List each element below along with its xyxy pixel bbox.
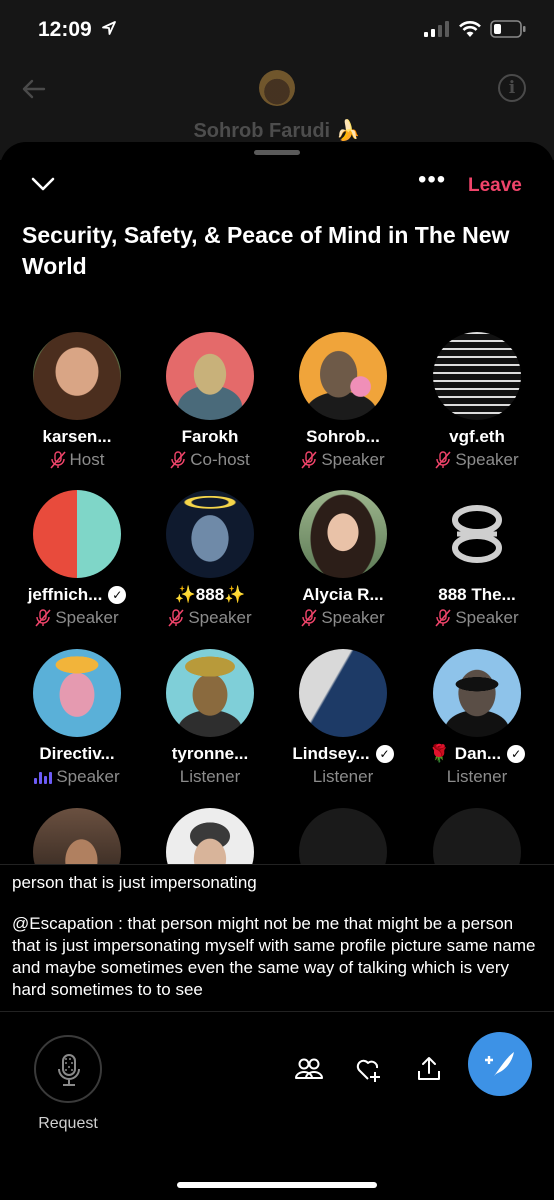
- participant-card[interactable]: Lindsey... ✓ Listener: [276, 649, 410, 788]
- participant-card[interactable]: Alycia R... Speaker: [276, 490, 410, 629]
- participant-name: Sohrob...: [306, 427, 380, 446]
- participant-card[interactable]: Sohrob... Speaker: [276, 332, 410, 471]
- mic-off-icon: [49, 451, 66, 469]
- avatar: [166, 649, 254, 737]
- more-options-icon[interactable]: •••: [418, 168, 446, 192]
- avatar: [299, 332, 387, 420]
- chat-name: Sohrob Farudi 🍌: [193, 120, 361, 142]
- space-title: Security, Safety, & Peace of Mind in The…: [22, 222, 510, 279]
- signal-icon: [424, 21, 449, 37]
- heart-add-icon[interactable]: [354, 1054, 384, 1084]
- mic-off-icon: [170, 451, 186, 469]
- participant-role: Speaker: [410, 449, 544, 471]
- participant-name: jeffnich... ✓: [10, 584, 144, 606]
- participant-role: Speaker: [10, 766, 144, 788]
- chat-avatar: [259, 70, 295, 106]
- participant-role: Co-host: [143, 449, 277, 471]
- leave-button[interactable]: Leave: [468, 175, 522, 197]
- participant-role: Speaker: [410, 607, 544, 629]
- location-arrow-icon: [102, 21, 116, 35]
- status-icons: [424, 20, 526, 38]
- participant-name: 888 The...: [438, 585, 516, 604]
- participant-name: Directiv...: [39, 744, 115, 763]
- participant-name: Alycia R...: [302, 585, 384, 604]
- participant-name: karsen...: [42, 427, 112, 446]
- info-icon[interactable]: i: [498, 74, 526, 102]
- request-label: Request: [38, 1115, 98, 1132]
- avatar: [299, 490, 387, 578]
- participant-card[interactable]: karsen... Host: [10, 332, 144, 471]
- mic-off-icon: [301, 609, 317, 627]
- avatar: [33, 649, 121, 737]
- logo-888-icon: [452, 505, 502, 563]
- mic-off-icon: [35, 609, 51, 627]
- avatar: [33, 332, 121, 420]
- chevron-down-icon[interactable]: [30, 174, 56, 194]
- participant-name: tyronne...: [171, 744, 249, 763]
- participant-role: Speaker: [276, 607, 410, 629]
- participant-role: Speaker: [276, 449, 410, 471]
- back-arrow-icon[interactable]: [20, 78, 46, 100]
- compose-button[interactable]: [468, 1032, 532, 1096]
- participant-role: Speaker: [143, 607, 277, 629]
- participant-card[interactable]: tyronne... Listener: [143, 649, 277, 788]
- participant-name: Farokh: [181, 427, 239, 446]
- participant-card[interactable]: vgf.eth Speaker: [410, 332, 544, 471]
- avatar: [433, 332, 521, 420]
- participant-role: Listener: [179, 767, 241, 786]
- compose-feather-icon: [485, 1052, 514, 1076]
- battery-icon: [490, 20, 526, 38]
- share-icon[interactable]: [414, 1054, 444, 1084]
- participant-card[interactable]: Directiv... Speaker: [10, 649, 144, 788]
- status-bar: 12:09: [0, 0, 554, 60]
- participant-role: Listener: [312, 767, 374, 786]
- status-time: 12:09: [38, 18, 92, 41]
- verified-badge-icon: ✓: [507, 745, 526, 763]
- participant-card[interactable]: 🌹 Dan... ✓ Listener: [410, 649, 544, 788]
- participant-name: vgf.eth: [449, 427, 505, 446]
- avatar: [166, 490, 254, 578]
- avatar: [433, 649, 521, 737]
- participant-card[interactable]: jeffnich... ✓ Speaker: [10, 490, 144, 629]
- avatar: [299, 649, 387, 737]
- mic-off-icon: [168, 609, 184, 627]
- speaking-indicator-icon: [34, 770, 53, 784]
- caption-previous-line: person that is just impersonating: [12, 873, 257, 892]
- caption-text: @Escapation : that person might not be m…: [12, 914, 536, 999]
- participant-name: 🌹 Dan... ✓: [410, 743, 544, 765]
- participant-card[interactable]: ✨888✨ Speaker: [143, 490, 277, 629]
- caption-panel: person that is just impersonating @Escap…: [0, 864, 554, 1012]
- wifi-icon: [459, 21, 481, 37]
- participant-role: Speaker: [10, 607, 144, 629]
- mic-off-icon: [301, 451, 317, 469]
- microphone-icon: [58, 1054, 80, 1086]
- participant-name: ✨888✨: [174, 585, 246, 604]
- sheet-grabber[interactable]: [254, 150, 300, 155]
- verified-badge-icon: ✓: [108, 586, 127, 604]
- participant-card[interactable]: 888 The... Speaker: [410, 490, 544, 629]
- request-mic-button[interactable]: [34, 1035, 102, 1103]
- mic-off-icon: [435, 451, 451, 469]
- home-indicator: [177, 1182, 377, 1188]
- participant-name: Lindsey... ✓: [276, 743, 410, 765]
- people-icon[interactable]: [294, 1054, 324, 1084]
- avatar: [166, 332, 254, 420]
- participant-role: Host: [10, 449, 144, 471]
- participant-card[interactable]: Farokh Co-host: [143, 332, 277, 471]
- avatar: [33, 490, 121, 578]
- verified-badge-icon: ✓: [375, 745, 394, 763]
- space-sheet: ••• Leave Security, Safety, & Peace of M…: [0, 142, 554, 1200]
- participant-role: Listener: [446, 767, 508, 786]
- mic-off-icon: [435, 609, 451, 627]
- avatar: [433, 490, 521, 578]
